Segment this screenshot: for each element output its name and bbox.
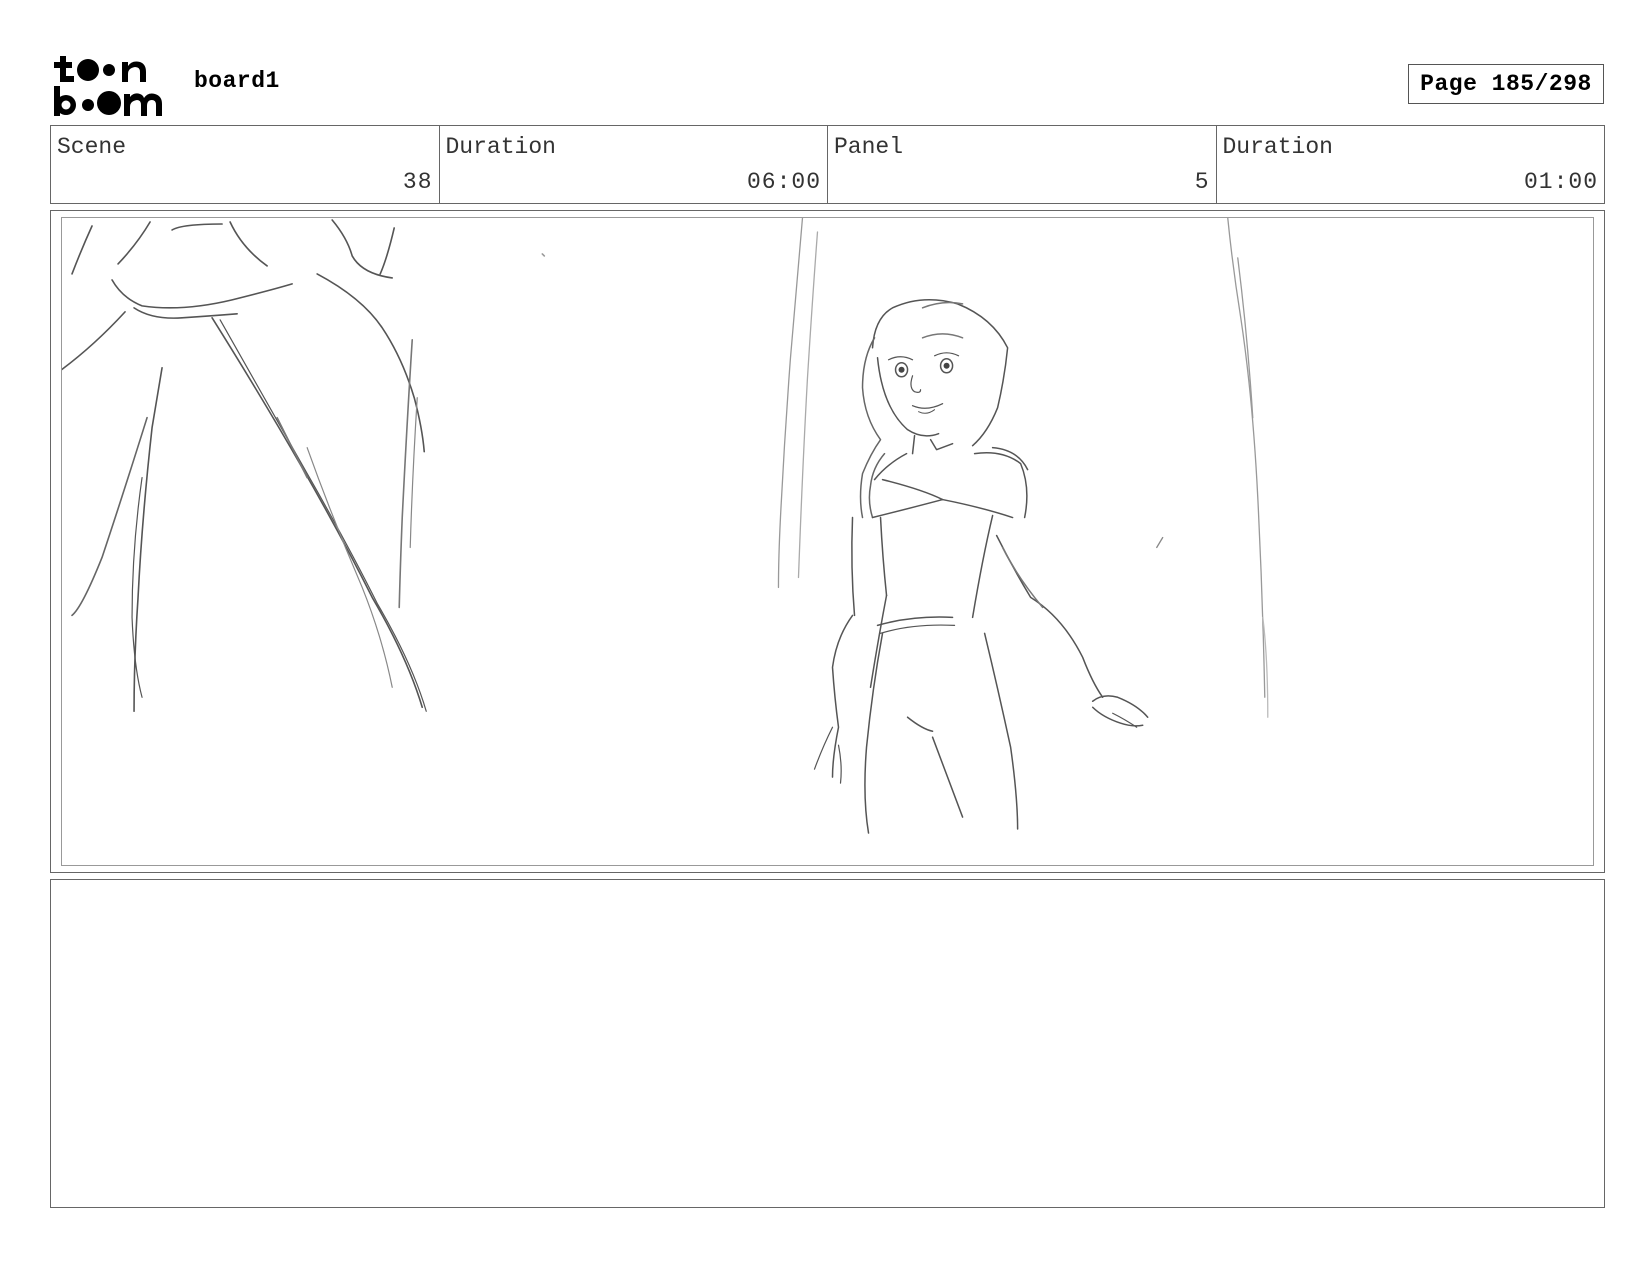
panel-duration-label: Duration [1222, 134, 1333, 160]
scene-cell: Scene 38 [51, 126, 440, 203]
panel-info-row: Scene 38 Duration 06:00 Panel 5 Duration… [50, 125, 1605, 204]
scene-duration-label: Duration [445, 134, 556, 160]
panel-notes-box [50, 879, 1605, 1208]
scene-label: Scene [57, 134, 127, 160]
panel-label: Panel [834, 134, 904, 160]
girl-character-sketch [813, 298, 1149, 834]
panel-cell: Panel 5 [828, 126, 1217, 203]
scene-duration-cell: Duration 06:00 [440, 126, 828, 203]
panel-value: 5 [1194, 169, 1210, 195]
board-name: board1 [194, 68, 280, 94]
background-trees-sketch [777, 218, 1269, 718]
panel-drawing-area [61, 217, 1594, 866]
sketch-drawing [62, 218, 1269, 834]
panel-duration-cell: Duration 01:00 [1217, 126, 1605, 203]
page-indicator: Page 185/298 [1408, 64, 1604, 104]
storyboard-panel [50, 210, 1605, 873]
toon-boom-logo [54, 56, 162, 116]
scene-duration-value: 06:00 [746, 169, 821, 195]
scene-value: 38 [402, 169, 433, 195]
foreground-figure-sketch [62, 219, 546, 713]
panel-duration-value: 01:00 [1523, 169, 1598, 195]
